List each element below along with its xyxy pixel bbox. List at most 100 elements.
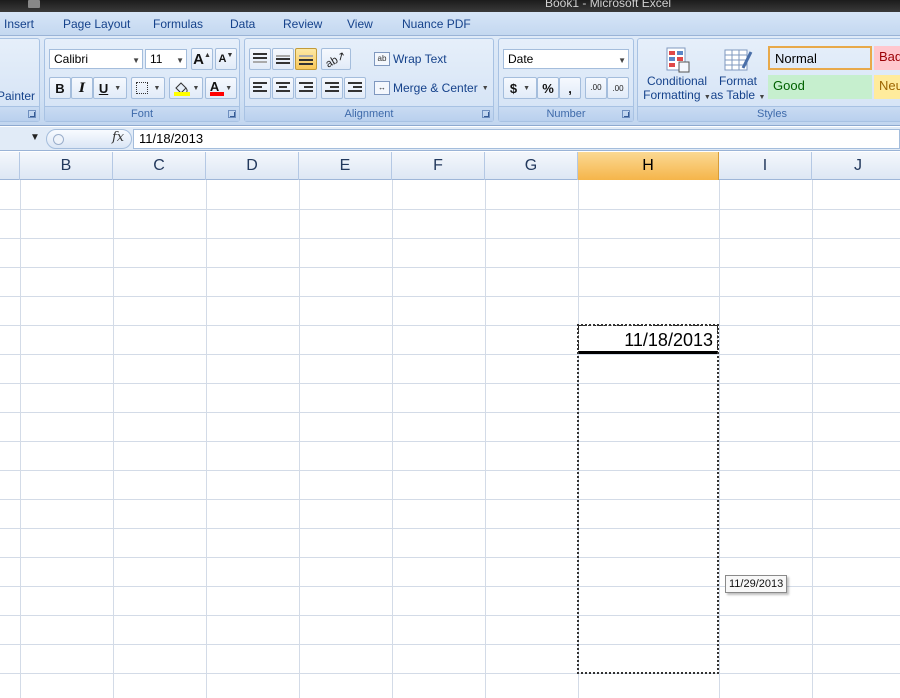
increase-decimal-button[interactable]: .00 xyxy=(585,77,607,99)
column-header-f[interactable]: F xyxy=(392,152,485,180)
worksheet[interactable]: B C D E F G H I J 11/18/2013 11/29/2013 xyxy=(0,152,900,698)
style-bad[interactable]: Bad xyxy=(874,46,900,70)
chevron-down-icon: ▼ xyxy=(132,56,140,65)
font-color-swatch xyxy=(210,92,224,96)
grid-row-line xyxy=(0,354,900,355)
chevron-down-icon: ▼ xyxy=(114,84,122,92)
fill-color-button[interactable]: ▼ xyxy=(169,77,203,99)
orientation-button[interactable]: ab↗ xyxy=(321,48,351,70)
number-group-label: Number xyxy=(499,106,633,121)
tab-view[interactable]: View xyxy=(347,17,373,31)
font-size-combo[interactable]: 11 ▼ xyxy=(145,49,187,69)
number-launcher-icon[interactable] xyxy=(622,110,630,118)
font-family-combo[interactable]: Calibri ▼ xyxy=(49,49,143,69)
font-group: Calibri ▼ 11 ▼ A ▲ A ▼ B I U ▼ ▼ ▼ A ▼ F… xyxy=(44,38,240,122)
style-good[interactable]: Good xyxy=(768,75,872,99)
bold-button[interactable]: B xyxy=(49,77,71,99)
expand-circle-icon[interactable] xyxy=(53,134,64,145)
format-as-table-icon xyxy=(724,49,753,71)
grid-row-line xyxy=(0,644,900,645)
format-as-table-button[interactable]: Format as Table ▼ xyxy=(711,41,766,107)
chevron-down-icon: ▼ xyxy=(176,56,184,65)
grid-row-line xyxy=(0,383,900,384)
column-header-e[interactable]: E xyxy=(299,152,392,180)
quick-access-icon[interactable] xyxy=(28,0,40,8)
active-cell-h7[interactable]: 11/18/2013 xyxy=(578,325,718,354)
ribbon-tabs: Insert Page Layout Formulas Data Review … xyxy=(0,12,900,36)
wrap-text-icon: ab xyxy=(374,52,390,66)
number-format-combo[interactable]: Date ▼ xyxy=(503,49,629,69)
align-left-button[interactable] xyxy=(249,77,271,99)
comma-style-button[interactable]: , xyxy=(559,77,581,99)
shrink-arrow-icon: ▼ xyxy=(226,51,234,59)
alignment-group: ab↗ ab Wrap Text ↔ Merge & Center ▼ Alig… xyxy=(244,38,494,122)
title-bar: Book1 - Microsoft Excel xyxy=(0,0,900,12)
column-header-a[interactable] xyxy=(0,152,20,180)
chevron-down-icon: ▼ xyxy=(758,94,766,101)
conditional-formatting-icon xyxy=(666,47,690,73)
bottom-align-button[interactable] xyxy=(295,48,317,70)
column-header-b[interactable]: B xyxy=(20,152,113,180)
grid-column-line xyxy=(812,180,813,698)
currency-button[interactable]: $ ▼ xyxy=(503,77,537,99)
styles-group-label: Styles xyxy=(638,106,900,121)
style-normal[interactable]: Normal xyxy=(768,46,872,70)
column-header-h[interactable]: H xyxy=(578,152,719,180)
merge-center-icon: ↔ xyxy=(374,81,390,95)
tab-formulas[interactable]: Formulas xyxy=(153,17,203,31)
window-title: Book1 - Microsoft Excel xyxy=(545,0,672,10)
chevron-down-icon: ▼ xyxy=(225,84,233,92)
decrease-indent-button[interactable] xyxy=(321,77,343,99)
name-box-dropdown-icon[interactable]: ▼ xyxy=(30,132,40,143)
grid-row-line xyxy=(0,325,900,326)
decrease-decimal-button[interactable]: .00 xyxy=(607,77,629,99)
styles-group: Conditional Formatting ▼ Format as Table… xyxy=(637,38,900,122)
font-family-value: Calibri xyxy=(54,52,89,66)
column-header-d[interactable]: D xyxy=(206,152,299,180)
top-align-button[interactable] xyxy=(249,48,271,70)
insert-function-icon[interactable]: fx xyxy=(112,130,124,145)
grow-arrow-icon: ▲ xyxy=(203,51,211,59)
formula-input[interactable]: 11/18/2013 xyxy=(133,129,900,149)
borders-button[interactable]: ▼ xyxy=(131,77,165,99)
wrap-text-button[interactable]: ab Wrap Text xyxy=(373,48,449,70)
font-launcher-icon[interactable] xyxy=(228,110,236,118)
alignment-launcher-icon[interactable] xyxy=(482,110,490,118)
column-header-g[interactable]: G xyxy=(485,152,578,180)
font-color-button[interactable]: A ▼ xyxy=(205,77,237,99)
chevron-down-icon: ▼ xyxy=(523,84,531,92)
number-group: Date ▼ $ ▼ % , .00 .00 Number xyxy=(498,38,634,122)
italic-button[interactable]: I xyxy=(71,77,93,99)
increase-indent-button[interactable] xyxy=(344,77,366,99)
merge-center-button[interactable]: ↔ Merge & Center ▼ xyxy=(373,77,491,99)
format-painter-button[interactable]: Painter xyxy=(0,89,35,103)
shrink-font-button[interactable]: A ▼ xyxy=(215,48,237,70)
increase-decimal-icon: .00 xyxy=(590,83,602,92)
column-header-c[interactable]: C xyxy=(113,152,206,180)
underline-button[interactable]: U ▼ xyxy=(93,77,127,99)
grid-row-line xyxy=(0,528,900,529)
percent-button[interactable]: % xyxy=(537,77,559,99)
style-neutral[interactable]: Neutral xyxy=(874,75,900,99)
tab-review[interactable]: Review xyxy=(283,17,322,31)
column-header-i[interactable]: I xyxy=(719,152,812,180)
conditional-formatting-button[interactable]: Conditional Formatting ▼ xyxy=(642,41,712,107)
clipboard-launcher-icon[interactable] xyxy=(28,110,36,118)
tab-data[interactable]: Data xyxy=(230,17,255,31)
column-header-j[interactable]: J xyxy=(812,152,900,180)
chevron-down-icon: ▼ xyxy=(618,56,626,65)
decrease-indent-icon xyxy=(325,82,339,94)
grid-column-line xyxy=(20,180,21,698)
tab-page-layout[interactable]: Page Layout xyxy=(63,17,130,31)
chevron-down-icon: ▼ xyxy=(153,84,161,92)
tab-insert[interactable]: Insert xyxy=(4,17,34,31)
grid-column-line xyxy=(392,180,393,698)
tab-nuance-pdf[interactable]: Nuance PDF xyxy=(402,17,471,31)
grid-row-line xyxy=(0,499,900,500)
grow-font-button[interactable]: A ▲ xyxy=(191,48,213,70)
borders-icon xyxy=(135,82,148,94)
align-right-button[interactable] xyxy=(295,77,317,99)
align-center-button[interactable] xyxy=(272,77,294,99)
grid-row-line xyxy=(0,441,900,442)
middle-align-button[interactable] xyxy=(272,48,294,70)
